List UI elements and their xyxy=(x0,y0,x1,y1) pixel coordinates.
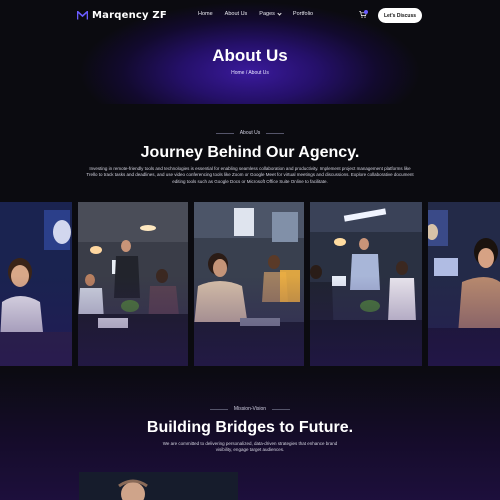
mission-heading: Building Bridges to Future. xyxy=(146,419,354,436)
divider xyxy=(272,408,291,410)
eyebrow-label: Mission-Vision xyxy=(233,406,267,412)
team-photo-2 xyxy=(78,202,188,366)
team-photo-3 xyxy=(194,202,304,366)
photo-illustration xyxy=(194,202,304,366)
about-heading: Journey Behind Our Agency. xyxy=(140,144,360,161)
main-nav: Home About Us Pages Portfolio xyxy=(198,10,313,17)
nav-item-pages[interactable]: Pages xyxy=(259,10,282,17)
hero-title: About Us xyxy=(212,46,288,65)
mission-eyebrow: Mission-Vision xyxy=(0,406,500,412)
team-photo-1 xyxy=(0,202,72,366)
team-photo-5 xyxy=(428,202,500,366)
mission-photo xyxy=(79,472,238,500)
chevron-down-icon xyxy=(277,10,282,16)
about-eyebrow: About Us xyxy=(0,130,500,136)
nav-item-about[interactable]: About Us xyxy=(225,11,248,17)
photo-illustration xyxy=(0,202,72,366)
about-paragraph: Investing in remote-friendly tools and t… xyxy=(86,166,414,184)
divider xyxy=(209,408,228,410)
nav-item-label: About Us xyxy=(224,11,248,17)
logo-mark-icon xyxy=(77,11,88,20)
photo-illustration xyxy=(428,202,500,366)
photo-illustration xyxy=(78,202,188,366)
nav-item-label: Home xyxy=(198,11,213,17)
nav-item-portfolio[interactable]: Portfolio xyxy=(293,11,313,17)
team-photo-4 xyxy=(310,202,422,366)
eyebrow-label: About Us xyxy=(239,130,261,136)
nav-item-home[interactable]: Home xyxy=(198,11,213,17)
brand-logo[interactable]: Marqency ZF xyxy=(77,10,167,21)
lets-discuss-button[interactable]: Let's Discuss xyxy=(378,8,422,23)
site-header: Marqency ZF Home About Us Pages Portfoli… xyxy=(0,0,500,32)
divider xyxy=(266,132,285,134)
mission-paragraph: We are committed to delivering personali… xyxy=(162,441,338,453)
team-gallery xyxy=(0,202,500,366)
brand-name: Marqency ZF xyxy=(92,10,167,21)
page: About Us Home / About Us Marqency ZF Hom… xyxy=(0,0,500,500)
divider xyxy=(215,132,234,134)
nav-item-label: Pages xyxy=(259,11,275,17)
nav-item-label: Portfolio xyxy=(292,11,314,17)
photo-illustration xyxy=(310,202,422,366)
cart-badge xyxy=(364,10,368,14)
breadcrumb: Home / About Us xyxy=(231,70,269,76)
photo-illustration xyxy=(79,472,238,500)
